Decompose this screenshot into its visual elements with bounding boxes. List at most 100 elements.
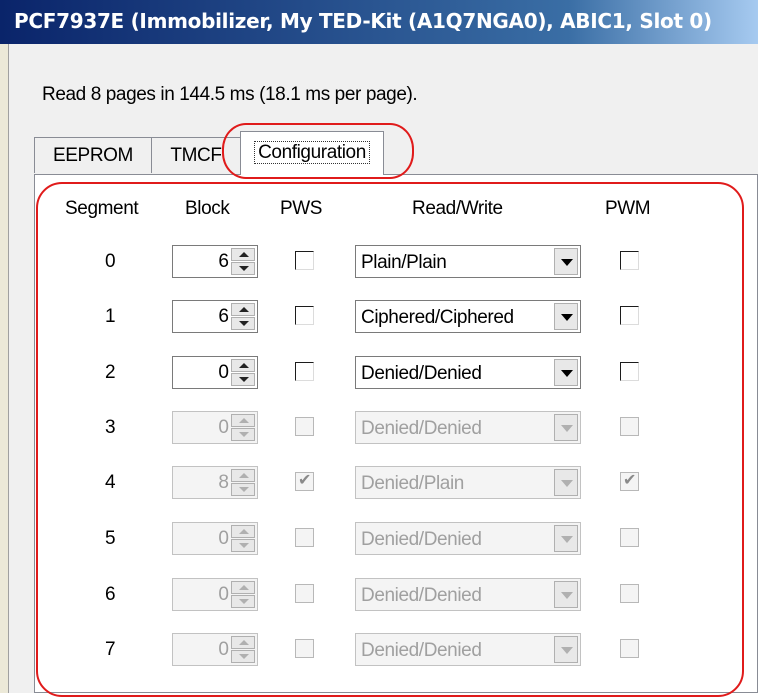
spinner-buttons — [231, 303, 255, 330]
read-write-value: Plain/Plain — [361, 252, 447, 273]
spin-up-icon — [231, 636, 255, 649]
segment-number: 1 — [105, 306, 116, 327]
spinner-buttons — [231, 581, 255, 608]
pwm-checkbox — [620, 528, 639, 547]
pws-checkbox[interactable] — [295, 306, 314, 325]
spinner-buttons — [231, 525, 255, 552]
dropdown-arrow-icon — [554, 525, 578, 552]
spin-up-icon — [231, 469, 255, 482]
spin-up-icon[interactable] — [231, 359, 255, 372]
tab-eeprom-label: EEPROM — [53, 145, 133, 166]
block-spinner: 0 — [172, 411, 258, 444]
spinner-buttons — [231, 414, 255, 441]
spin-up-icon — [231, 581, 255, 594]
read-write-value: Ciphered/Ciphered — [361, 307, 514, 328]
spin-down-icon — [231, 595, 255, 608]
column-header-segment: Segment — [65, 198, 139, 219]
pwm-checkbox[interactable] — [620, 306, 639, 325]
read-write-dropdown: Denied/Denied — [355, 578, 581, 611]
spin-up-icon — [231, 414, 255, 427]
read-write-value: Denied/Denied — [361, 529, 482, 550]
block-spinner[interactable]: 0 — [172, 356, 258, 389]
dropdown-arrow-icon — [554, 414, 578, 441]
segment-number: 7 — [105, 639, 116, 660]
segment-number: 4 — [105, 472, 116, 493]
segment-number: 3 — [105, 417, 116, 438]
block-spinner: 8 — [172, 466, 258, 499]
read-write-value: Denied/Denied — [361, 585, 482, 606]
segment-row: 3 0 Denied/Denied — [0, 411, 758, 445]
read-write-dropdown: Denied/Denied — [355, 522, 581, 555]
pws-checkbox[interactable] — [295, 251, 314, 270]
dropdown-arrow-icon — [554, 636, 578, 663]
pws-checkbox — [295, 417, 314, 436]
segment-row: 6 0 Denied/Denied — [0, 578, 758, 612]
read-write-dropdown: Denied/Denied — [355, 411, 581, 444]
read-write-dropdown[interactable]: Plain/Plain — [355, 245, 581, 278]
segment-row: 7 0 Denied/Denied — [0, 633, 758, 667]
segment-number: 0 — [105, 251, 116, 272]
dropdown-arrow-icon[interactable] — [554, 359, 578, 386]
read-write-value: Denied/Denied — [361, 640, 482, 661]
read-write-value: Denied/Denied — [361, 363, 482, 384]
block-value: 8 — [218, 472, 229, 493]
check-icon: ✔ — [298, 472, 312, 489]
pwm-checkbox — [620, 639, 639, 658]
spin-up-icon — [231, 525, 255, 538]
read-write-dropdown[interactable]: Ciphered/Ciphered — [355, 300, 581, 333]
block-value: 0 — [218, 417, 229, 438]
spinner-buttons — [231, 359, 255, 386]
tab-configuration[interactable]: Configuration — [240, 131, 384, 175]
dropdown-arrow-icon — [554, 581, 578, 608]
dropdown-arrow-icon — [554, 469, 578, 496]
dropdown-arrow-icon[interactable] — [554, 248, 578, 275]
tab-eeprom[interactable]: EEPROM — [34, 137, 152, 173]
pwm-checkbox: ✔ — [620, 472, 639, 491]
spinner-buttons — [231, 248, 255, 275]
pwm-checkbox — [620, 417, 639, 436]
column-header-block: Block — [185, 198, 230, 219]
tab-tmcf[interactable]: TMCF — [151, 137, 241, 173]
segment-row: 1 6 Ciphered/Ciphered — [0, 300, 758, 334]
segment-number: 5 — [105, 528, 116, 549]
pws-checkbox — [295, 528, 314, 547]
pwm-checkbox[interactable] — [620, 251, 639, 270]
segment-row: 2 0 Denied/Denied — [0, 356, 758, 390]
spin-up-icon[interactable] — [231, 248, 255, 261]
check-icon: ✔ — [623, 472, 637, 489]
spin-up-icon[interactable] — [231, 303, 255, 316]
read-write-value: Denied/Plain — [361, 473, 464, 494]
spin-down-icon — [231, 483, 255, 496]
title-bar: PCF7937E (Immobilizer, My TED-Kit (A1Q7N… — [0, 0, 758, 44]
spin-down-icon — [231, 428, 255, 441]
block-value: 0 — [218, 584, 229, 605]
segment-number: 6 — [105, 584, 116, 605]
tab-tmcf-label: TMCF — [170, 145, 222, 166]
segment-number: 2 — [105, 362, 116, 383]
block-spinner[interactable]: 6 — [172, 245, 258, 278]
block-spinner: 0 — [172, 522, 258, 555]
spin-down-icon[interactable] — [231, 373, 255, 386]
dropdown-arrow-icon[interactable] — [554, 303, 578, 330]
pws-checkbox: ✔ — [295, 472, 314, 491]
pws-checkbox — [295, 639, 314, 658]
block-value: 6 — [218, 306, 229, 327]
block-value: 0 — [218, 528, 229, 549]
spin-down-icon — [231, 650, 255, 663]
pws-checkbox[interactable] — [295, 362, 314, 381]
block-spinner[interactable]: 6 — [172, 300, 258, 333]
read-write-dropdown: Denied/Plain — [355, 466, 581, 499]
column-header-pws: PWS — [280, 198, 323, 219]
pws-checkbox — [295, 584, 314, 603]
spin-down-icon[interactable] — [231, 262, 255, 275]
spinner-buttons — [231, 636, 255, 663]
pwm-checkbox[interactable] — [620, 362, 639, 381]
spin-down-icon[interactable] — [231, 317, 255, 330]
block-spinner: 0 — [172, 578, 258, 611]
read-write-value: Denied/Denied — [361, 418, 482, 439]
pwm-checkbox — [620, 584, 639, 603]
read-status-text: Read 8 pages in 144.5 ms (18.1 ms per pa… — [42, 84, 418, 105]
window-title: PCF7937E (Immobilizer, My TED-Kit (A1Q7N… — [14, 9, 712, 33]
read-write-dropdown[interactable]: Denied/Denied — [355, 356, 581, 389]
block-value: 0 — [218, 639, 229, 660]
